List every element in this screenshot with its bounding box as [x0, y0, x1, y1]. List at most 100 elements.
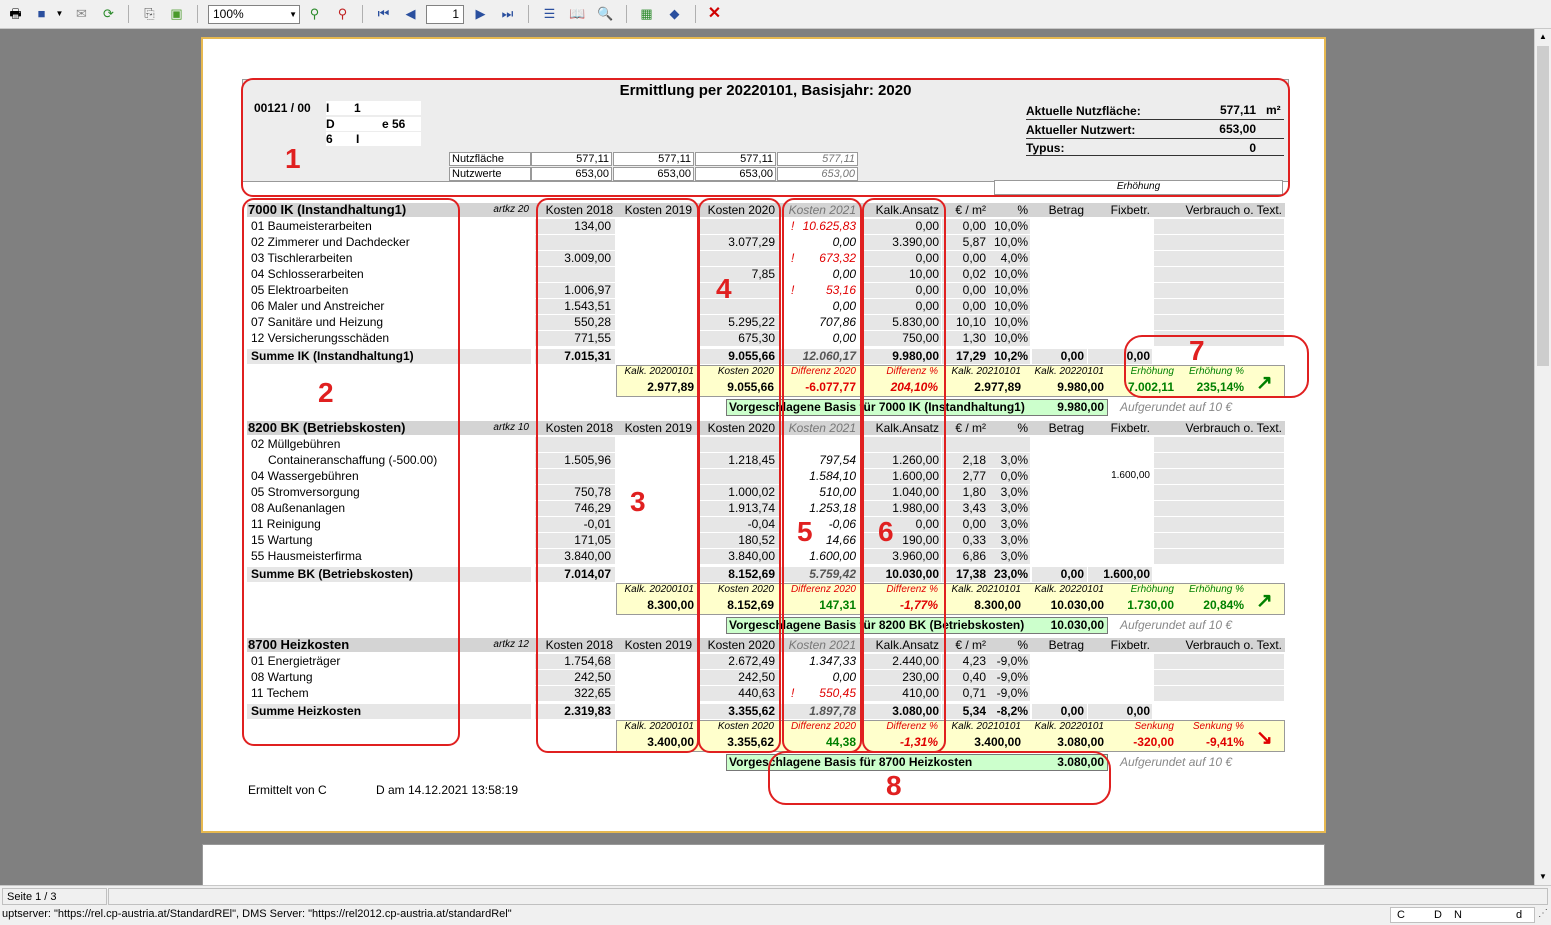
- percent: 3,0%: [1000, 485, 1028, 499]
- fixed-amount: 1.600,00: [1111, 470, 1150, 481]
- zoom-value: 100%: [213, 7, 244, 21]
- search-icon[interactable]: 🔍: [597, 5, 614, 22]
- scroll-down-icon[interactable]: ▼: [1535, 869, 1551, 885]
- next-report-page: [202, 844, 1325, 885]
- percent: 10,0%: [993, 235, 1028, 249]
- sum-amount: 0,00: [1060, 704, 1084, 718]
- summary-value: 3.080,00: [1057, 735, 1104, 749]
- image-export-icon[interactable]: ▦: [638, 5, 655, 22]
- section-artkz: artkz 10: [493, 422, 529, 433]
- first-page-icon[interactable]: ⏮: [375, 5, 392, 22]
- column-header-em: € / m²: [955, 421, 986, 435]
- column-header-em: € / m²: [955, 203, 986, 217]
- sum-euro-per-sqm: 5,34: [962, 704, 986, 718]
- summary-value: 3.400,00: [974, 735, 1021, 749]
- sum-percent: -8,2%: [996, 704, 1028, 718]
- annotation-box-4: [698, 198, 781, 753]
- column-header-verb: Verbrauch o. Text.: [1185, 421, 1282, 435]
- annotation-number: 4: [716, 273, 732, 304]
- rounding-note: Aufgerundet auf 10 €: [1120, 755, 1233, 769]
- created-by: Ermittelt von C: [248, 783, 327, 797]
- previous-page-icon[interactable]: ◀: [402, 5, 419, 22]
- euro-per-sqm: 1,30: [962, 331, 986, 345]
- close-icon[interactable]: ✕: [706, 5, 723, 22]
- euro-per-sqm: 0,00: [962, 219, 986, 233]
- percent: 10,0%: [993, 283, 1028, 297]
- euro-per-sqm: 0,00: [962, 283, 986, 297]
- annotation-box-6: [862, 198, 946, 753]
- percent: 4,0%: [1000, 251, 1028, 265]
- zoom-select[interactable]: 100% ▼: [208, 5, 300, 24]
- page-number-input[interactable]: 1: [426, 5, 464, 24]
- report-page: Ermittlung per 20220101, Basisjahr: 2020…: [201, 37, 1326, 833]
- annotation-number: 6: [878, 516, 894, 547]
- column-header-fix: Fixbetr.: [1110, 203, 1150, 217]
- outline-icon[interactable]: ☰: [541, 5, 558, 22]
- rounding-note: Aufgerundet auf 10 €: [1120, 400, 1233, 414]
- euro-per-sqm: 6,86: [962, 549, 986, 563]
- euro-per-sqm: 4,23: [962, 654, 986, 668]
- euro-per-sqm: 2,77: [962, 469, 986, 483]
- column-header-pct: %: [1017, 421, 1028, 435]
- column-header-pct: %: [1017, 638, 1028, 652]
- sum-percent: 10,2%: [993, 349, 1028, 363]
- next-page-icon[interactable]: ▶: [472, 5, 489, 22]
- created-date: D am 14.12.2021 13:58:19: [376, 783, 519, 797]
- percent: -9,0%: [996, 686, 1028, 700]
- book-icon[interactable]: 📖: [569, 5, 586, 22]
- summary-value: -320,00: [1133, 735, 1174, 749]
- export-icon[interactable]: ▣: [168, 5, 185, 22]
- annotation-number: 8: [886, 770, 902, 801]
- column-header-betrag: Betrag: [1048, 203, 1084, 217]
- annotation-box-8: [768, 751, 1111, 805]
- rounding-note: Aufgerundet auf 10 €: [1120, 618, 1233, 632]
- sum-amount: 0,00: [1060, 567, 1084, 581]
- sum-fixed-amount: 1.600,00: [1103, 567, 1150, 581]
- mail-icon[interactable]: ✉: [73, 5, 90, 22]
- scrollbar-thumb[interactable]: [1537, 46, 1549, 366]
- sum-euro-per-sqm: 17,29: [955, 349, 986, 363]
- save-icon[interactable]: ■: [33, 5, 50, 22]
- euro-per-sqm: 1,80: [962, 485, 986, 499]
- annotation-number: 5: [797, 516, 813, 547]
- euro-per-sqm: 0,40: [962, 670, 986, 684]
- page-number-value: 1: [452, 7, 459, 21]
- scroll-up-icon[interactable]: ▲: [1535, 29, 1551, 45]
- summary-label: Erhöhung: [1130, 584, 1174, 595]
- vertical-scrollbar[interactable]: ▲ ▼: [1534, 29, 1551, 885]
- copy-icon[interactable]: ⎘: [141, 5, 158, 22]
- user-info: C D N d: [1390, 907, 1535, 923]
- summary-label: Kalk. 20220101: [1034, 584, 1104, 595]
- sum-fixed-amount: 0,00: [1126, 704, 1150, 718]
- zoom-in-icon[interactable]: ⚲: [306, 5, 323, 22]
- summary-label: Erhöhung %: [1188, 584, 1244, 595]
- percent: 3,0%: [1000, 453, 1028, 467]
- annotation-number: 7: [1189, 335, 1205, 366]
- save-dropdown-icon[interactable]: ▼: [51, 5, 68, 22]
- info-icon[interactable]: ◆: [666, 5, 683, 22]
- refresh-icon[interactable]: ⟳: [100, 5, 117, 22]
- print-icon[interactable]: 🖶: [7, 5, 24, 22]
- last-page-icon[interactable]: ⏭: [499, 5, 516, 22]
- annotation-box-5: [782, 198, 862, 753]
- percent: 3,0%: [1000, 533, 1028, 547]
- euro-per-sqm: 0,02: [962, 267, 986, 281]
- euro-per-sqm: 3,43: [962, 501, 986, 515]
- column-header-betrag: Betrag: [1048, 421, 1084, 435]
- column-header-pct: %: [1017, 203, 1028, 217]
- summary-label: Kalk. 20210101: [951, 584, 1021, 595]
- arrow-up-right-icon: ↗: [1256, 590, 1273, 612]
- chevron-down-icon: ▼: [289, 10, 297, 19]
- section-artkz: artkz 12: [493, 639, 529, 650]
- status-bar: Seite 1 / 3 uptserver: "https://rel.cp-a…: [0, 885, 1551, 925]
- zoom-out-icon[interactable]: ⚲: [334, 5, 351, 22]
- summary-label: Kalk. 20220101: [1034, 366, 1104, 377]
- percent: 10,0%: [993, 219, 1028, 233]
- report-viewer: Ermittlung per 20220101, Basisjahr: 2020…: [0, 29, 1534, 885]
- percent: 10,0%: [993, 331, 1028, 345]
- column-header-fix: Fixbetr.: [1110, 421, 1150, 435]
- summary-value: 10.030,00: [1050, 598, 1104, 612]
- resize-grip-icon: ⋰: [1538, 908, 1548, 919]
- percent: 0,0%: [1000, 469, 1028, 483]
- summary-label: Kalk. 20220101: [1034, 721, 1104, 732]
